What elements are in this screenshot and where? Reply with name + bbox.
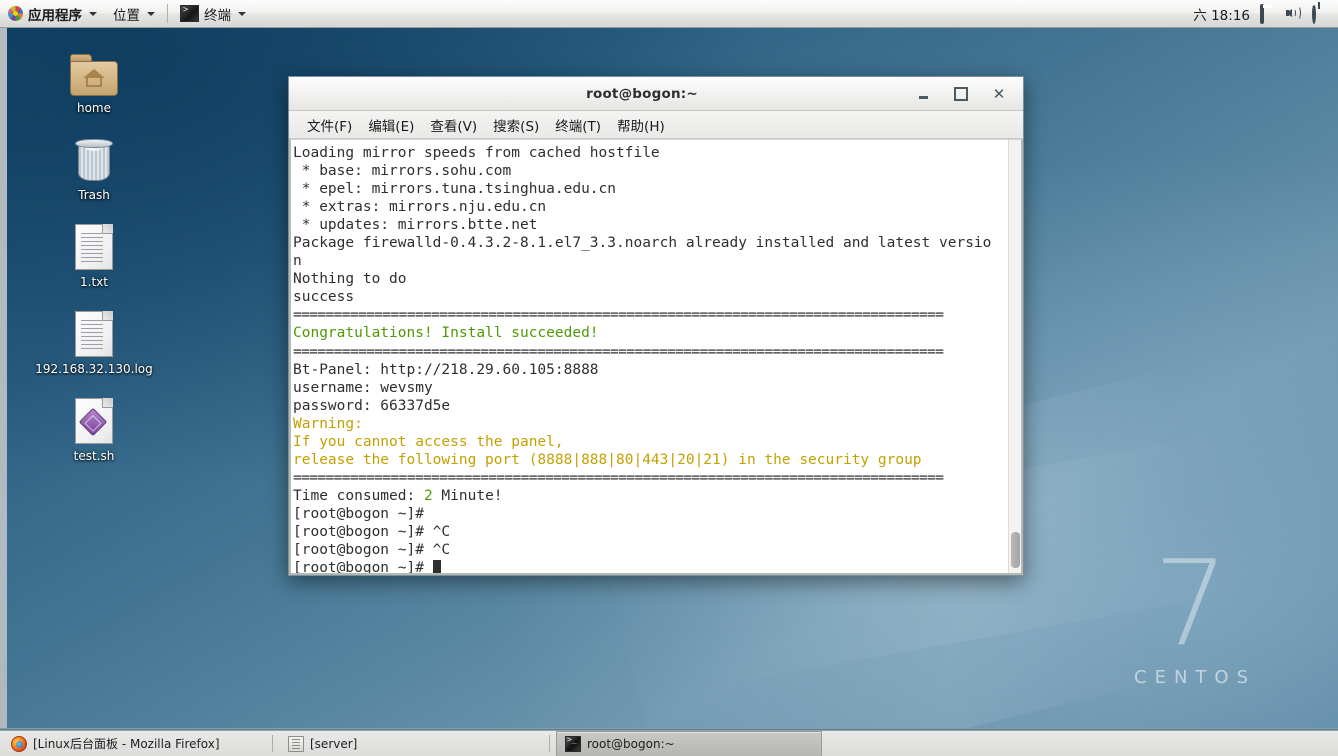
window-title: root@bogon:~ xyxy=(586,85,698,102)
window-controls: ✕ xyxy=(915,85,1023,103)
terminal-line: Loading mirror speeds from cached hostfi… xyxy=(293,145,660,161)
terminal-line: * updates: mirrors.btte.net xyxy=(293,217,538,234)
terminal-output[interactable]: Loading mirror speeds from cached hostfi… xyxy=(291,140,1008,573)
taskbar-item-server[interactable]: [server] xyxy=(279,731,545,756)
menubar: 文件(F) 编辑(E) 查看(V) 搜索(S) 终端(T) 帮助(H) xyxy=(289,111,1023,139)
top-panel: 应用程序 位置 终端 六 18:16 xyxy=(0,0,1338,28)
maximize-button[interactable] xyxy=(953,86,969,102)
desktop-icon-label: home xyxy=(76,101,112,115)
menu-places[interactable]: 位置 xyxy=(105,0,163,27)
desktop-icon-label: Trash xyxy=(78,188,110,202)
terminal-scrollbar[interactable] xyxy=(1008,140,1021,573)
panel-window-terminal-label: 终端 xyxy=(204,7,231,24)
terminal-line: ========================================… xyxy=(293,343,944,360)
chevron-down-icon xyxy=(147,11,155,16)
document-icon xyxy=(75,305,113,357)
clock[interactable]: 六 18:16 xyxy=(1193,4,1250,24)
taskbar-item-label: [Linux后台面板 - Mozilla Firefox] xyxy=(33,737,220,751)
terminal-line: password: 66337d5e xyxy=(293,397,451,414)
screen-icon[interactable] xyxy=(1260,3,1276,24)
bottom-panel: [Linux后台面板 - Mozilla Firefox] [server] r… xyxy=(0,728,1338,756)
menu-view[interactable]: 查看(V) xyxy=(422,113,485,137)
taskbar-item-terminal[interactable]: root@bogon:~ xyxy=(556,731,822,756)
menu-terminal[interactable]: 终端(T) xyxy=(547,113,609,137)
menu-help[interactable]: 帮助(H) xyxy=(609,113,673,137)
menu-edit[interactable]: 编辑(E) xyxy=(360,113,422,137)
window-list: [Linux后台面板 - Mozilla Firefox] [server] r… xyxy=(0,731,1338,756)
terminal-body[interactable]: Loading mirror speeds from cached hostfi… xyxy=(289,139,1023,575)
chevron-down-icon xyxy=(89,11,97,16)
menu-places-label: 位置 xyxy=(113,7,140,24)
taskbar-separator xyxy=(549,735,550,752)
terminal-icon xyxy=(180,5,199,22)
terminal-line: ========================================… xyxy=(293,469,944,486)
scrollbar-thumb[interactable] xyxy=(1011,532,1020,568)
menu-applications[interactable]: 应用程序 xyxy=(0,0,105,27)
terminal-line: Bt-Panel: http://218.29.60.105:8888 xyxy=(293,361,599,378)
chevron-down-icon xyxy=(238,11,246,16)
menu-search[interactable]: 搜索(S) xyxy=(485,113,547,137)
server-icon xyxy=(288,735,304,752)
terminal-line: ========================================… xyxy=(293,307,944,324)
terminal-line: success xyxy=(293,289,355,306)
close-button[interactable]: ✕ xyxy=(991,85,1007,103)
terminal-line: If you cannot access the panel, xyxy=(293,433,564,450)
terminal-line: [root@bogon ~]# ^C xyxy=(293,523,451,540)
desktop-icon-label: 1.txt xyxy=(80,275,108,289)
terminal-line: * base: mirrors.sohu.com xyxy=(293,163,512,180)
terminal-line: n xyxy=(293,253,302,270)
gnome-foot-icon xyxy=(8,6,23,21)
taskbar-item-label: root@bogon:~ xyxy=(587,737,675,751)
desktop-icon-label: test.sh xyxy=(73,449,115,463)
taskbar-item-firefox[interactable]: [Linux后台面板 - Mozilla Firefox] xyxy=(2,731,268,756)
taskbar-separator xyxy=(272,735,273,752)
desktop-icon-trash[interactable]: Trash xyxy=(30,131,158,202)
minimize-button[interactable] xyxy=(915,86,931,102)
terminal-line: Warning: xyxy=(293,415,363,432)
terminal-line: * extras: mirrors.nju.edu.cn xyxy=(293,199,547,216)
terminal-line: Time consumed: 2 Minute! xyxy=(293,487,503,504)
panel-separator xyxy=(167,4,168,23)
terminal-line: Nothing to do xyxy=(293,271,407,288)
terminal-window[interactable]: root@bogon:~ ✕ 文件(F) 编辑(E) 查看(V) 搜索(S) 终… xyxy=(288,76,1024,576)
terminal-line: [root@bogon ~]# xyxy=(293,505,433,522)
terminal-line: * epel: mirrors.tuna.tsinghua.edu.cn xyxy=(293,181,617,198)
desktop-icon-testsh[interactable]: test.sh xyxy=(30,392,158,463)
menu-applications-label: 应用程序 xyxy=(28,7,82,24)
menu-file[interactable]: 文件(F) xyxy=(299,113,360,137)
terminal-line: Package firewalld-0.4.3.2-8.1.el7_3.3.no… xyxy=(293,235,992,252)
window-titlebar[interactable]: root@bogon:~ ✕ xyxy=(289,77,1023,111)
terminal-line: [root@bogon ~]# ^C xyxy=(293,542,451,559)
terminal-cursor xyxy=(432,560,441,573)
panel-spacer xyxy=(254,0,1183,27)
taskbar-item-label: [server] xyxy=(310,736,358,751)
script-icon xyxy=(75,392,113,444)
desktop-icon-home[interactable]: home xyxy=(30,44,158,115)
desktop-left-edge-strip xyxy=(0,28,7,728)
desktop-icon-label: 192.168.32.130.log xyxy=(35,362,153,376)
terminal-icon xyxy=(565,736,581,752)
desktop-icon-log[interactable]: 192.168.32.130.log xyxy=(30,305,158,376)
panel-window-terminal[interactable]: 终端 xyxy=(172,0,254,27)
terminal-line: [root@bogon ~]# xyxy=(293,559,1006,573)
terminal-line: username: wevsmy xyxy=(293,379,433,396)
trash-icon xyxy=(74,131,114,183)
volume-icon[interactable] xyxy=(1286,5,1302,22)
power-icon[interactable] xyxy=(1312,3,1328,24)
firefox-icon xyxy=(11,735,27,752)
terminal-line: Congratulations! Install succeeded! xyxy=(293,325,599,342)
folder-home-icon xyxy=(70,44,118,96)
desktop-icon-1txt[interactable]: 1.txt xyxy=(30,218,158,289)
terminal-line: release the following port (8888|888|80|… xyxy=(293,451,922,468)
panel-status-area: 六 18:16 xyxy=(1183,0,1338,27)
document-icon xyxy=(75,218,113,270)
desktop-icon-area: home Trash 1.txt 192.168.32.130.log test… xyxy=(30,44,160,479)
